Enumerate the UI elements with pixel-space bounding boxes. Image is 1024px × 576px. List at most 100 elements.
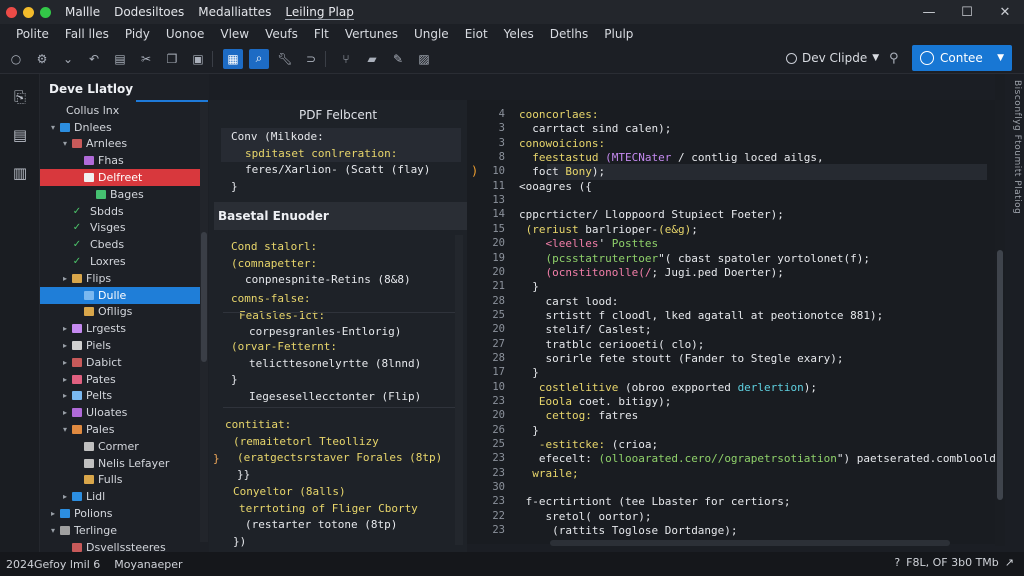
tree-item[interactable]: Cormer xyxy=(40,438,200,455)
code-line[interactable]: } xyxy=(231,373,238,386)
tree-arrow-icon[interactable]: ▸ xyxy=(60,391,70,400)
menu-item[interactable]: Uonoe xyxy=(166,27,204,41)
code-line[interactable]: Conv (Milkode: xyxy=(231,130,324,143)
image-edit-icon[interactable]: ▨ xyxy=(414,49,434,69)
tree-item[interactable]: ▸ Lidl xyxy=(40,488,200,505)
tree-item[interactable]: ▸ Pelts xyxy=(40,388,200,405)
status-left-2[interactable]: Moyanaeper xyxy=(114,558,182,571)
code-line[interactable]: feestastud (MTECNater / contlig loced ai… xyxy=(519,151,823,164)
save-icon[interactable]: ▦ xyxy=(223,48,243,69)
code-line[interactable]: (eratgectsrstaver Forales (8tp) xyxy=(237,451,442,464)
tree-arrow-icon[interactable]: ▸ xyxy=(60,324,70,333)
tree-item[interactable]: ✓ Loxres xyxy=(40,253,200,270)
tree-arrow-icon[interactable]: ▸ xyxy=(60,358,70,367)
explorer-icon[interactable]: ⎘ xyxy=(11,88,29,106)
tree-arrow-icon[interactable]: ▸ xyxy=(60,274,70,283)
code-line[interactable]: (restarter totone (8tp) xyxy=(245,518,397,531)
menu-item[interactable]: Veufs xyxy=(265,27,298,41)
close-dot-icon[interactable] xyxy=(6,6,17,18)
code-line[interactable]: contitiat: xyxy=(225,418,291,431)
tree-item[interactable]: ▸ Polions xyxy=(40,505,200,522)
code-line[interactable]: costlelitive (obroo expported derlertion… xyxy=(519,381,817,394)
code-line[interactable]: stelif/ Caslest; xyxy=(519,323,651,336)
check-icon[interactable]: ✓ xyxy=(72,256,82,267)
code-line[interactable]: conpnespnite-Retins (8&8) xyxy=(245,273,411,286)
menu-item[interactable]: Eiot xyxy=(465,27,488,41)
code-line[interactable]: (ocnstitonolle(/; Jugi.ped Doerter); xyxy=(519,266,783,279)
code-line[interactable]: (remaitetorl Tteollizy xyxy=(233,435,379,448)
middle-scrollbar[interactable] xyxy=(455,235,463,545)
code-line[interactable]: corpesgranles-Entlorig) xyxy=(249,325,401,338)
menu-item[interactable]: Ungle xyxy=(414,27,449,41)
tree-arrow-icon[interactable]: ▸ xyxy=(60,408,70,417)
menu-item[interactable]: Vertunes xyxy=(345,27,398,41)
tree-item[interactable]: ▸ Lrgests xyxy=(40,320,200,337)
help-icon[interactable]: ? xyxy=(894,556,900,569)
paste-icon[interactable]: ▤ xyxy=(110,49,130,69)
chevron-down-icon[interactable]: ▼ xyxy=(997,53,1004,63)
user-icon[interactable]: ⚲ xyxy=(889,51,899,66)
check-icon[interactable]: ✓ xyxy=(72,222,82,233)
folder-icon[interactable]: ▰ xyxy=(362,49,382,69)
minimize-dot-icon[interactable] xyxy=(23,6,34,18)
tree-item[interactable]: ▾ Terlinge xyxy=(40,522,200,539)
code-line[interactable]: } xyxy=(231,180,238,193)
code-line[interactable]: f-ecrtirtiont (tee Lbaster for certiors; xyxy=(519,495,791,508)
title-menu-item[interactable]: Leiling Plap xyxy=(285,5,354,20)
explorer-scrollbar[interactable] xyxy=(200,102,208,542)
check-icon[interactable]: ✓ xyxy=(72,239,82,250)
branch-icon[interactable]: ⑂ xyxy=(336,49,356,69)
tree-arrow-icon[interactable]: ▾ xyxy=(60,425,70,434)
tree-item[interactable]: Fhas xyxy=(40,152,200,169)
code-editor[interactable]: ) 4 3 3 8 10 11 13 14 15 20 19 20 21 28 25 20 27 28 17 10 23… xyxy=(467,100,995,544)
menu-item[interactable]: Detlhs xyxy=(550,27,589,41)
code-line[interactable]: }) xyxy=(233,535,246,548)
settings-icon[interactable]: ⚙ xyxy=(32,49,52,69)
extensions-icon[interactable]: ▥ xyxy=(11,164,29,182)
code-line[interactable]: (rattits Toglose Dortdange); xyxy=(519,524,737,537)
code-line[interactable]: feres/Xarlion- (Scatt (flay) xyxy=(245,163,430,176)
status-left[interactable]: 2024Gefoy lmil 6 xyxy=(6,558,100,571)
code-line[interactable]: comns-false: xyxy=(231,292,310,305)
tree-arrow-icon[interactable]: ▾ xyxy=(48,123,58,132)
menu-item[interactable]: Fall lles xyxy=(65,27,109,41)
menu-item[interactable]: Pidy xyxy=(125,27,150,41)
menu-item[interactable]: Vlew xyxy=(220,27,249,41)
wrench-icon[interactable]: 🔧︎ xyxy=(275,49,295,69)
code-line[interactable]: -estitcke: (crioa; xyxy=(519,438,658,451)
status-info[interactable]: F8L, OF 3b0 TMb xyxy=(906,556,999,569)
minimize-icon[interactable]: — xyxy=(910,0,948,24)
code-line[interactable]: } xyxy=(519,424,539,437)
code-line[interactable]: (comnapetter: xyxy=(231,257,317,270)
code-line[interactable]: <leelles' Posttes xyxy=(519,237,658,250)
debug-icon[interactable]: ⊃ xyxy=(301,49,321,69)
tree-arrow-icon[interactable]: ▸ xyxy=(60,375,70,384)
tree-item[interactable]: Dulle xyxy=(40,286,200,304)
code-line[interactable]: } xyxy=(519,280,539,293)
tree-item[interactable]: ▾ Pales xyxy=(40,421,200,438)
tree-item[interactable]: Bages xyxy=(40,186,200,203)
code-line[interactable]: Eoola coet. bitigy); xyxy=(519,395,671,408)
maximize-icon[interactable]: ☐ xyxy=(948,0,986,24)
code-line[interactable]: cettog: fatres xyxy=(519,409,638,422)
pen-icon[interactable]: ✎ xyxy=(388,49,408,69)
menu-item[interactable]: Plulp xyxy=(604,27,633,41)
code-line[interactable]: spditaset conlreration: xyxy=(245,147,397,160)
code-line[interactable]: srtistt f cloodl, lked agatall at peotio… xyxy=(519,309,883,322)
tree-item[interactable]: Nelis Lefayer xyxy=(40,455,200,472)
menu-item[interactable]: Flt xyxy=(314,27,329,41)
code-line[interactable]: Conyeltor (8alls) xyxy=(233,485,346,498)
tree-arrow-icon[interactable]: ▸ xyxy=(48,509,58,518)
tree-arrow-icon[interactable]: ▸ xyxy=(60,341,70,350)
tree-item[interactable]: Oflligs xyxy=(40,304,200,321)
circle-icon[interactable]: ○ xyxy=(6,49,26,69)
code-line[interactable]: (pcsstatrutertoer"( cbast spatoler yorto… xyxy=(519,252,870,265)
menu-item[interactable]: Polite xyxy=(16,27,49,41)
code-line[interactable]: <ooagres ({ xyxy=(519,180,592,193)
close-icon[interactable]: ✕ xyxy=(986,0,1024,24)
scroll-thumb[interactable] xyxy=(997,250,1003,500)
cut-icon[interactable]: ✂ xyxy=(136,49,156,69)
chevron-down-icon[interactable]: ⌄ xyxy=(58,49,78,69)
code-line[interactable]: carrtact sind calen); xyxy=(519,122,671,135)
side-panel-label[interactable]: Bisconflyg Ftoumitt Platiog xyxy=(1006,80,1022,280)
